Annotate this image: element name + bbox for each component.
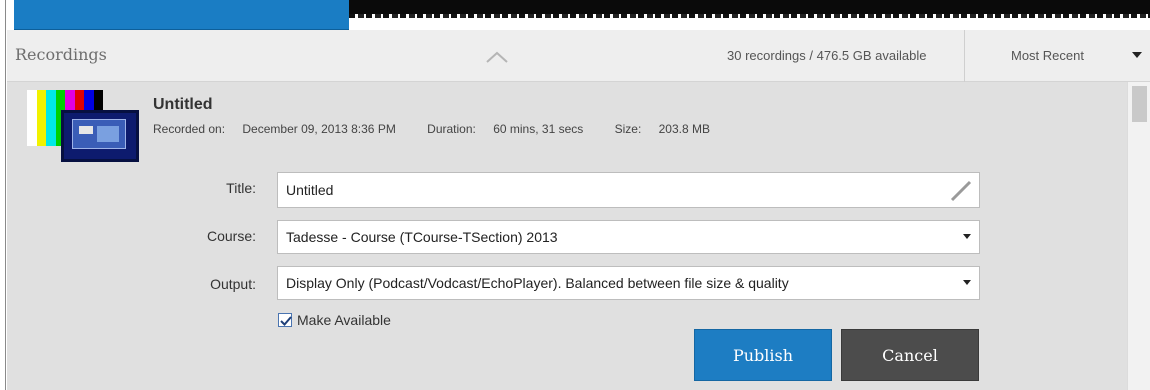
caret-down-icon[interactable] [963,234,971,239]
recordings-header: Recordings 30 recordings / 476.5 GB avai… [7,30,1150,82]
make-available-row: Make Available [278,312,391,328]
screen-capture [61,110,139,162]
recording-thumbnail [27,90,139,170]
recording-title: Untitled [153,96,213,113]
recordings-window: Recordings 30 recordings / 476.5 GB avai… [0,0,1150,390]
output-select[interactable]: Display Only (Podcast/Vodcast/EchoPlayer… [277,266,980,300]
output-select-value: Display Only (Podcast/Vodcast/EchoPlayer… [286,275,789,291]
title-field-value: Untitled [286,182,334,198]
course-select-value: Tadesse - Course (TCourse-TSection) 2013 [286,229,558,245]
header-divider [964,30,965,82]
chevron-up-icon[interactable] [485,50,509,64]
scrollbar[interactable] [1127,82,1150,390]
checkmark-icon [280,316,292,326]
caret-down-icon[interactable] [963,280,971,285]
scrollbar-thumb[interactable] [1132,86,1147,122]
recording-meta: Recorded on: December 09, 2013 8:36 PM D… [153,122,738,136]
left-edge [0,0,6,390]
duration: Duration: 60 mins, 31 secs [427,122,584,136]
top-dark-bar [349,0,1150,18]
top-tab-bar [14,0,349,30]
sort-select[interactable]: Most Recent [1011,48,1084,63]
caret-down-icon[interactable] [1131,50,1143,60]
top-strip [0,0,1150,30]
page-title: Recordings [15,45,107,64]
make-available-label: Make Available [297,312,391,328]
cancel-button[interactable]: Cancel [841,329,979,381]
publish-button[interactable]: Publish [694,329,832,381]
make-available-checkbox[interactable] [278,313,292,327]
course-select[interactable]: Tadesse - Course (TCourse-TSection) 2013 [277,220,980,254]
storage-summary: 30 recordings / 476.5 GB available [727,48,927,63]
title-label: Title: [226,180,256,196]
course-label: Course: [206,228,256,244]
pencil-icon[interactable] [949,179,973,203]
recorded-on: Recorded on: December 09, 2013 8:36 PM [153,122,396,136]
title-field[interactable]: Untitled [277,172,980,208]
output-label: Output: [210,276,256,292]
file-size: Size: 203.8 MB [614,122,710,136]
